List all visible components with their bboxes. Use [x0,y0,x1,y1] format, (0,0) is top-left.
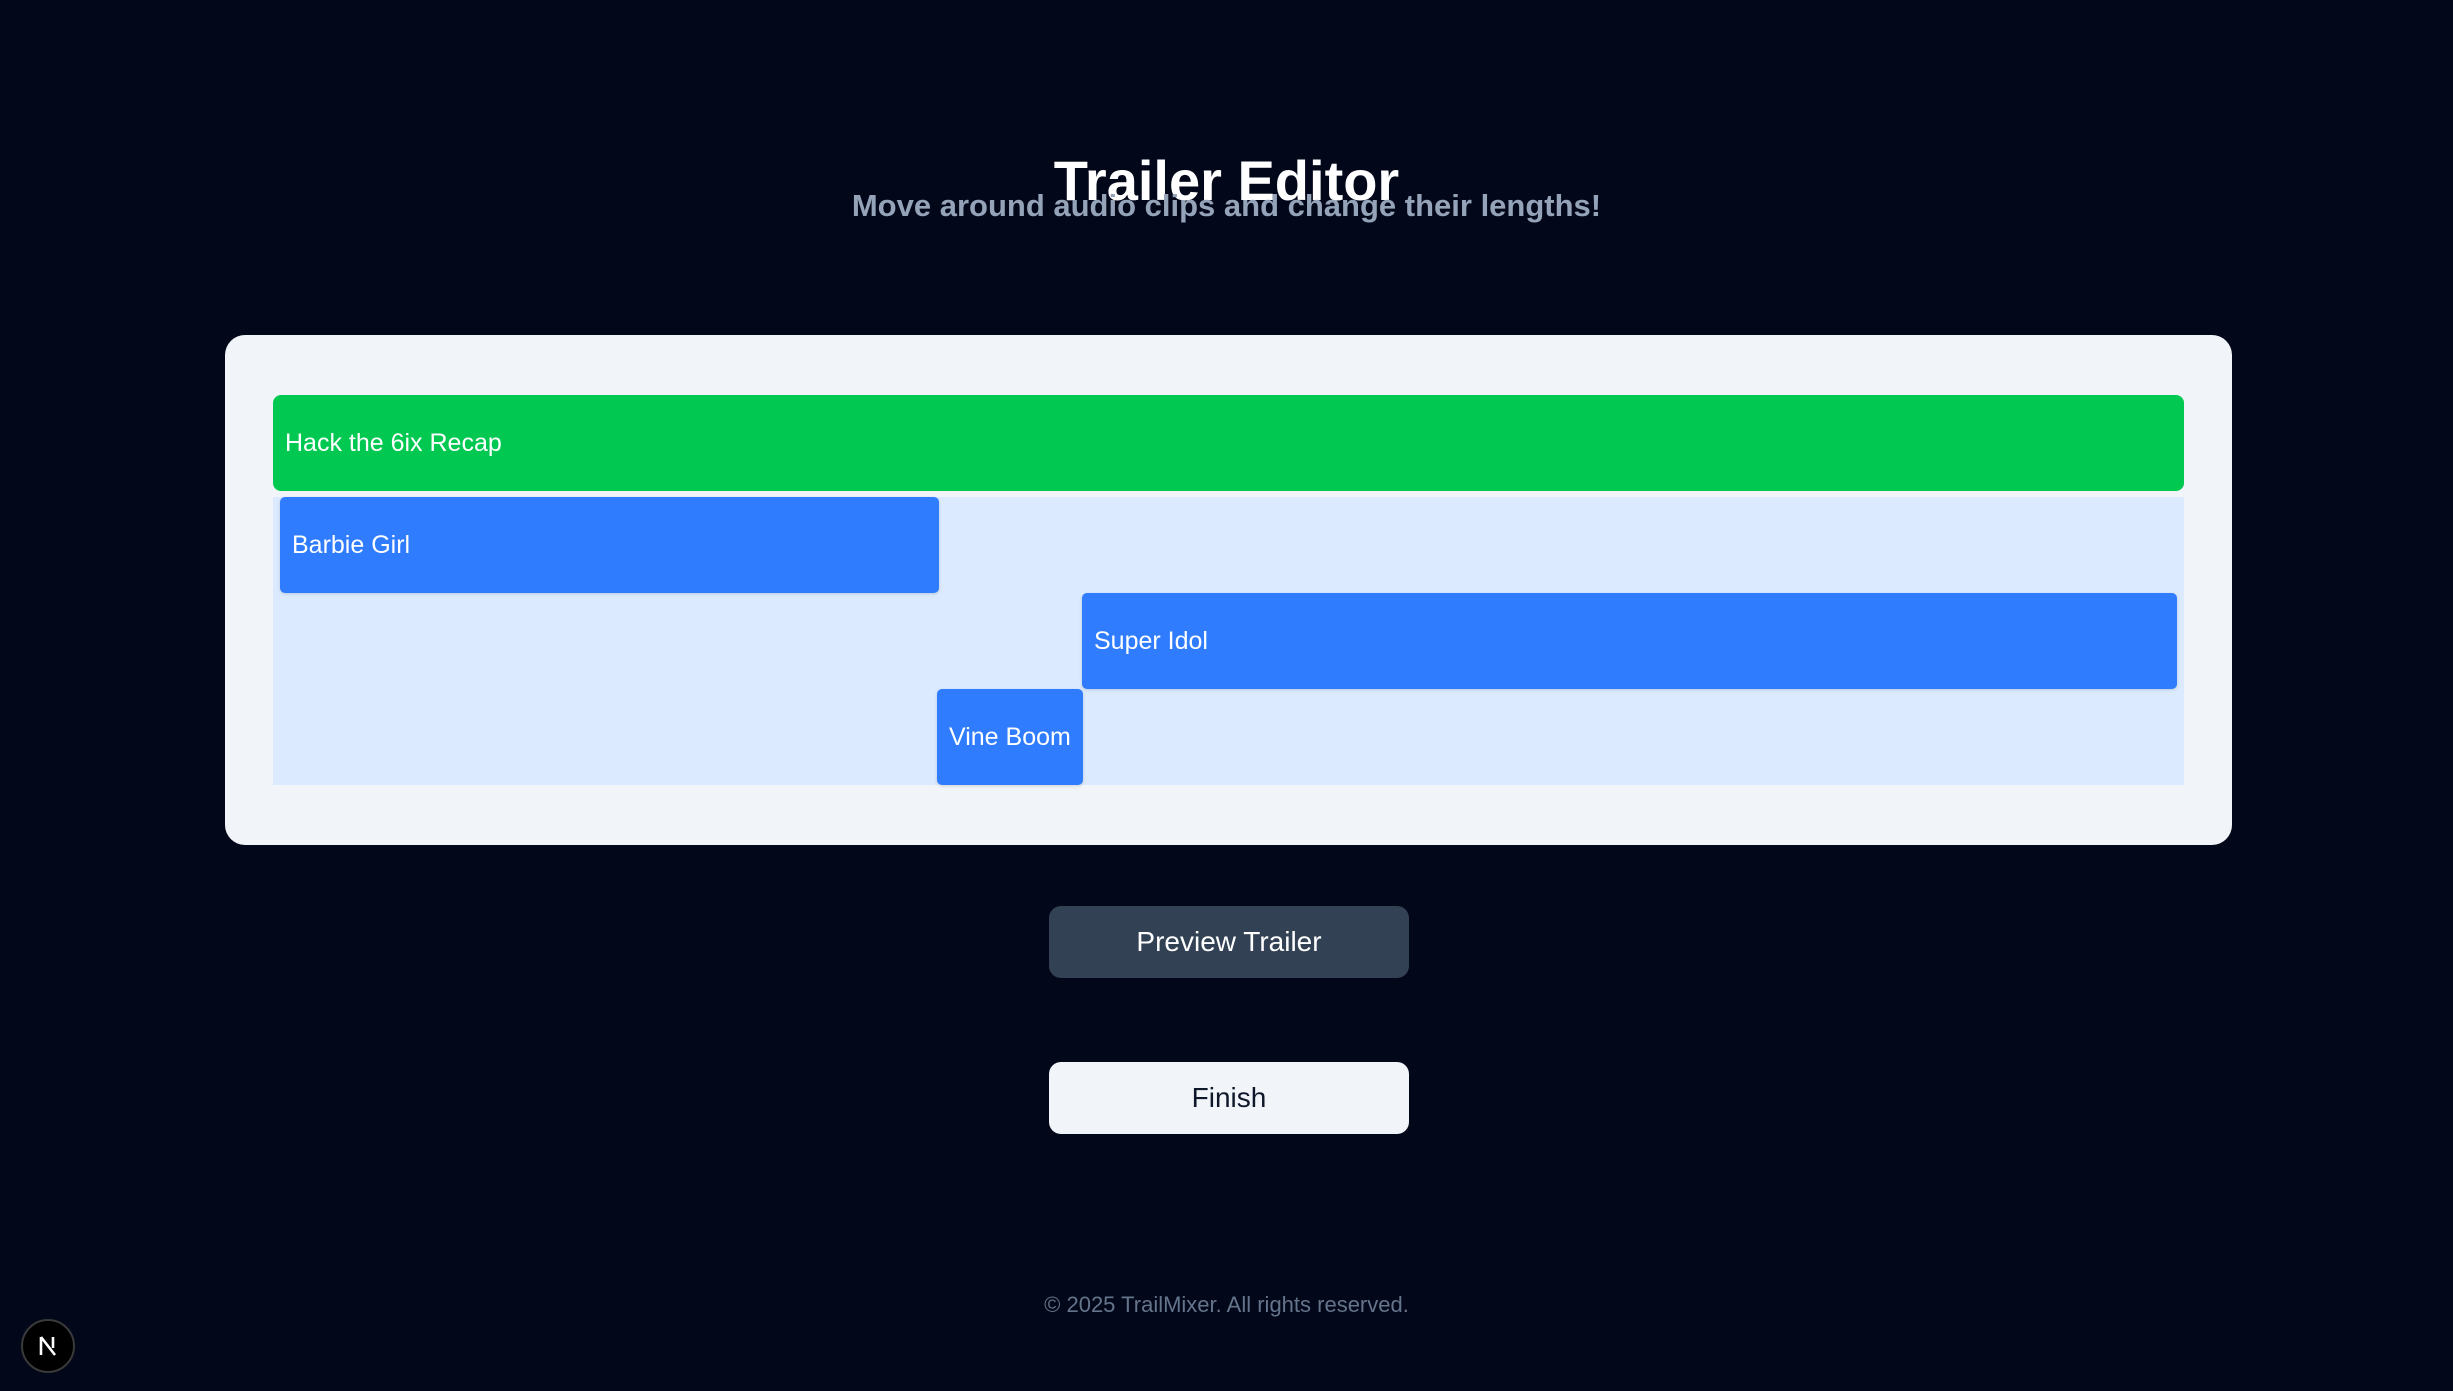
nextjs-dev-badge[interactable] [21,1319,75,1373]
timeline: Hack the 6ix Recap Barbie Girl Super Ido… [273,395,2184,785]
audio-clip-super-idol[interactable]: Super Idol [1082,593,2177,689]
finish-button[interactable]: Finish [1049,1062,1409,1134]
audio-clip-barbie-girl[interactable]: Barbie Girl [280,497,939,593]
audio-clip-vine-boom[interactable]: Vine Boom [937,689,1083,785]
audio-clip-label: Barbie Girl [292,530,411,559]
page-subtitle: Move around audio clips and change their… [851,188,1602,223]
main-track-label: Hack the 6ix Recap [285,428,502,457]
nextjs-logo-icon [39,1336,57,1356]
footer-copyright: © 2025 TrailMixer. All rights reserved. [1044,1292,1409,1317]
audio-clip-label: Vine Boom [949,722,1071,751]
audio-clip-label: Super Idol [1094,626,1208,655]
preview-trailer-button[interactable]: Preview Trailer [1049,906,1409,978]
audio-clips-lane: Barbie Girl Super Idol Vine Boom [273,497,2184,785]
main-video-track[interactable]: Hack the 6ix Recap [273,395,2184,491]
